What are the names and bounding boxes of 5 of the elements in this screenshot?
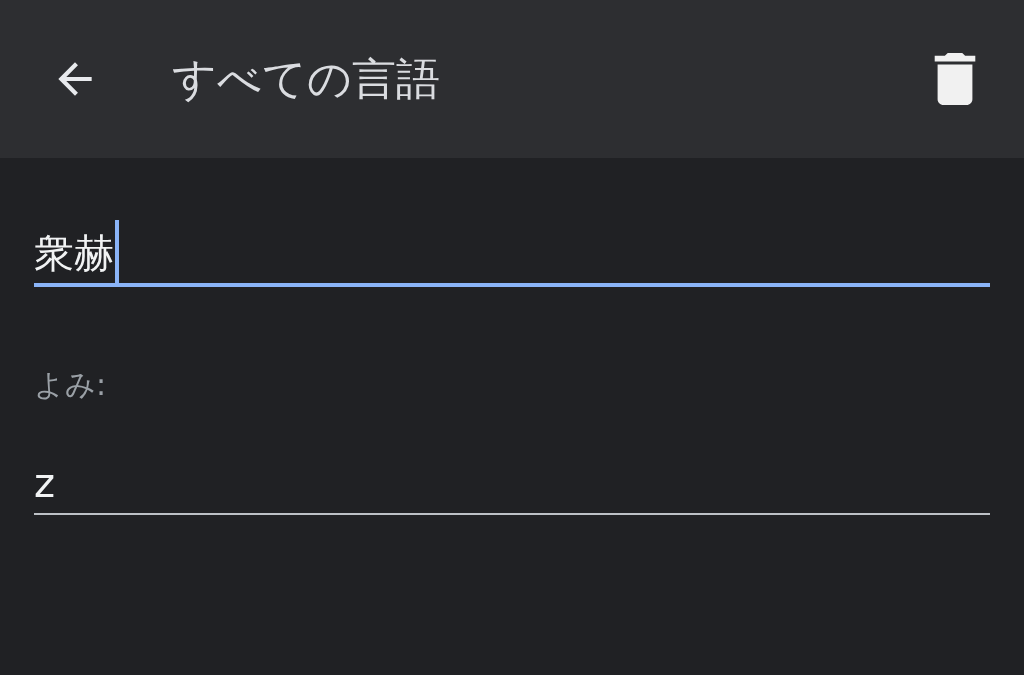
field-label: よみ:: [34, 366, 108, 404]
text-cursor: [115, 220, 119, 286]
input-field[interactable]: z: [34, 453, 990, 515]
input-field[interactable]: 衆赫: [34, 223, 990, 287]
screen-title: すべての言語: [172, 51, 441, 106]
